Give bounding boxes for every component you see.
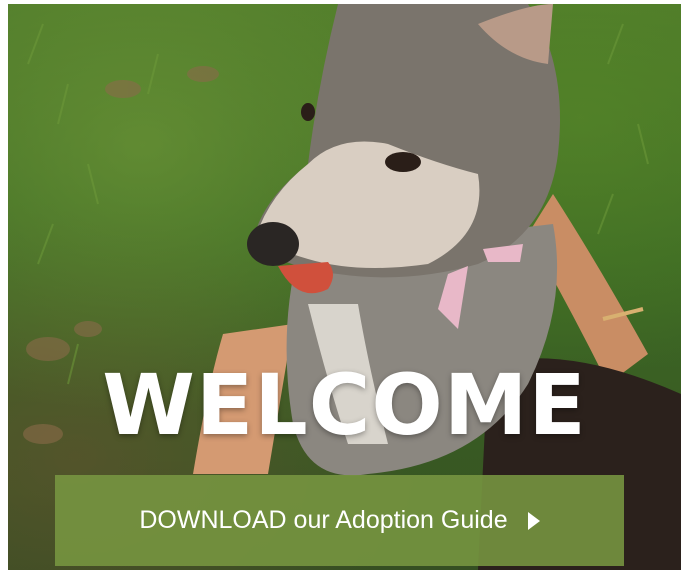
welcome-heading: WELCOME xyxy=(102,356,587,454)
download-button-label: DOWNLOAD our Adoption Guide xyxy=(139,506,508,534)
page: WELCOME DOWNLOAD our Adoption Guide xyxy=(0,0,681,570)
download-adoption-guide-button[interactable]: DOWNLOAD our Adoption Guide xyxy=(55,475,624,566)
chevron-right-icon xyxy=(527,511,540,530)
